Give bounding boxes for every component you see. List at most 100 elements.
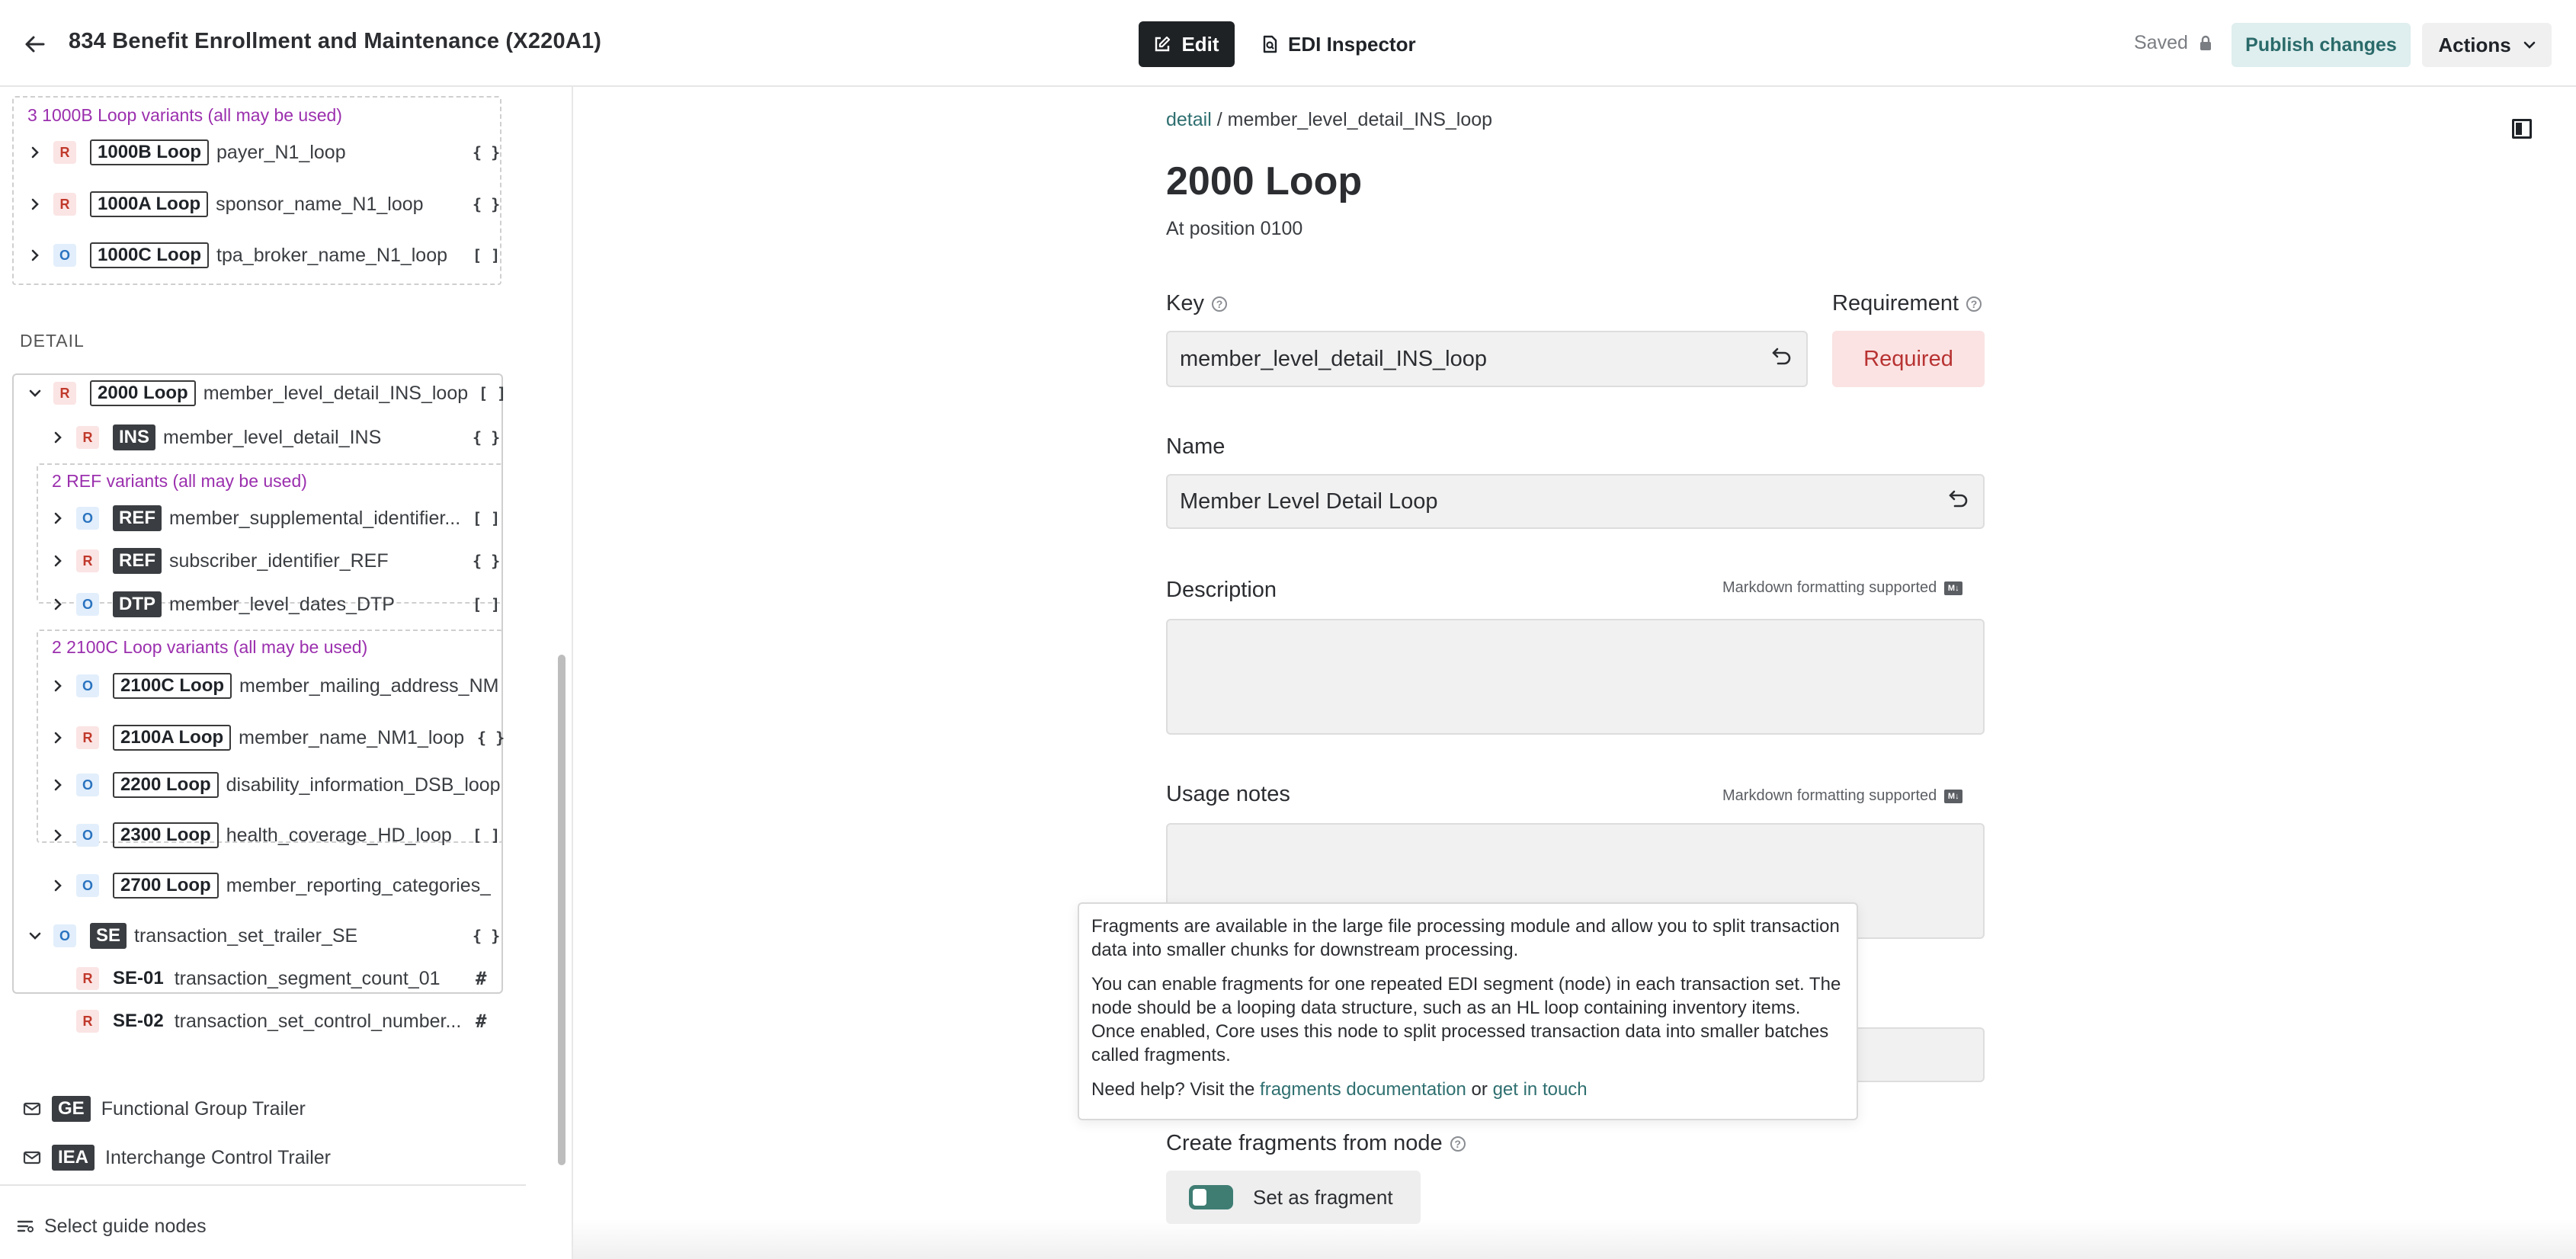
back-arrow-icon[interactable] <box>20 29 50 59</box>
node-name: member_level_detail_INS_loop <box>203 382 469 404</box>
actions-menu-button[interactable]: Actions <box>2422 23 2552 67</box>
chevron-down-icon[interactable] <box>26 384 44 402</box>
top-bar: 834 Benefit Enrollment and Maintenance (… <box>0 0 2576 87</box>
edi-inspector-button[interactable]: EDI Inspector <box>1250 21 1428 67</box>
inspector-label: EDI Inspector <box>1288 32 1416 56</box>
tree-row-dtp[interactable]: O DTP member_level_dates_DTP <box>49 586 476 623</box>
publish-changes-button[interactable]: Publish changes <box>2232 23 2411 67</box>
breadcrumb-link-detail[interactable]: detail <box>1166 109 1212 130</box>
node-name: member_name_NM1_loop <box>239 726 465 748</box>
tree-row-1000c-loop[interactable]: O 1000C Loop tpa_broker_name_N1_loop <box>26 237 498 274</box>
toggle-switch[interactable] <box>1189 1185 1233 1209</box>
requirement-badge: O <box>76 674 99 697</box>
help-icon[interactable]: ? <box>1211 296 1227 312</box>
toggle-label: Set as fragment <box>1253 1185 1393 1209</box>
requirement-badge: R <box>76 1010 99 1033</box>
lock-icon <box>2200 35 2211 50</box>
get-in-touch-link[interactable]: get in touch <box>1493 1079 1588 1100</box>
sidebar-panel-icon[interactable] <box>2512 119 2532 139</box>
section-title-detail: DETAIL <box>20 331 85 351</box>
envelope-icon <box>23 1102 41 1116</box>
envelope-icon <box>23 1151 41 1164</box>
chevron-right-icon[interactable] <box>49 677 67 695</box>
page-title: 2000 Loop <box>1166 159 1363 203</box>
name-input[interactable]: Member Level Detail Loop <box>1166 474 1985 529</box>
requirement-badge: O <box>76 824 99 847</box>
name-label: Name <box>1166 434 1226 459</box>
chevron-right-icon[interactable] <box>49 595 67 613</box>
tree-row-2300-loop[interactable]: O 2300 Loop health_coverage_HD_loop <box>49 817 476 854</box>
tooltip-help-line: Need help? Visit the fragments documenta… <box>1091 1078 1844 1101</box>
chevron-right-icon[interactable] <box>26 143 44 162</box>
chevron-right-icon[interactable] <box>49 776 67 794</box>
fragments-label: Create fragments from node ? <box>1166 1131 1466 1156</box>
key-input-value: member_level_detail_INS_loop <box>1180 346 1488 371</box>
tree-row-ref-supplemental[interactable]: O REF member_supplemental_identifier... <box>49 500 476 537</box>
segment-tag: REF <box>113 505 162 531</box>
node-name: disability_information_DSB_loop <box>226 774 500 796</box>
chevron-down-icon[interactable] <box>26 927 44 945</box>
array-type-icon: [ ] <box>473 826 501 844</box>
description-textarea[interactable] <box>1166 619 1985 735</box>
chevron-right-icon[interactable] <box>49 876 67 895</box>
sidebar-scrollbar-thumb[interactable] <box>558 655 566 1165</box>
set-as-fragment-toggle[interactable]: Set as fragment <box>1166 1171 1421 1224</box>
variant-group-label: 2 REF variants (all may be used) <box>52 471 307 491</box>
tree-row-2100a-loop[interactable]: R 2100A Loop member_name_NM1_loop <box>49 719 476 756</box>
chevron-right-icon[interactable] <box>49 509 67 527</box>
key-input[interactable]: member_level_detail_INS_loop <box>1166 331 1808 387</box>
guide-tree-sidebar: 3 1000B Loop variants (all may be used) … <box>0 87 573 1259</box>
tree-row-se-02[interactable]: R SE-02 transaction_set_control_number..… <box>76 1003 473 1040</box>
tree-row-1000b-loop[interactable]: R 1000B Loop payer_N1_loop <box>26 134 498 171</box>
element-code: SE-01 <box>113 968 164 988</box>
segment-tag: REF <box>113 548 162 574</box>
sidebar-divider <box>0 1184 526 1186</box>
node-name: subscriber_identifier_REF <box>169 549 389 572</box>
chevron-right-icon[interactable] <box>49 826 67 844</box>
breadcrumb: detail / member_level_detail_INS_loop <box>1166 109 1492 131</box>
fragments-label-text: Create fragments from node <box>1166 1131 1443 1155</box>
node-name: health_coverage_HD_loop <box>226 824 452 846</box>
node-name: member_level_dates_DTP <box>169 593 395 615</box>
segment-tag: 2200 Loop <box>112 772 219 798</box>
tree-row-2200-loop[interactable]: O 2200 Loop disability_information_DSB_l… <box>49 767 500 803</box>
edit-button[interactable]: Edit <box>1139 21 1235 67</box>
chevron-right-icon[interactable] <box>49 552 67 570</box>
requirement-badge: R <box>53 382 76 405</box>
tree-row-ref-subscriber[interactable]: R REF subscriber_identifier_REF <box>49 543 476 579</box>
tree-row-se-01[interactable]: R SE-01 transaction_segment_count_01 <box>76 960 473 997</box>
tree-row-ins[interactable]: R INS member_level_detail_INS <box>49 419 498 456</box>
tree-row-2700-loop[interactable]: O 2700 Loop member_reporting_categories_ <box>49 867 500 904</box>
requirement-badge: R <box>53 193 76 216</box>
array-type-icon: [ ] <box>473 595 501 613</box>
tree-row-se[interactable]: O SE transaction_set_trailer_SE <box>26 918 468 954</box>
segment-tag: INS <box>113 424 156 450</box>
tree-row-2100c-loop[interactable]: O 2100C Loop member_mailing_address_NM <box>49 668 500 704</box>
tree-row-2000-loop[interactable]: R 2000 Loop member_level_detail_INS_loop <box>26 375 498 412</box>
node-name: transaction_segment_count_01 <box>174 967 441 989</box>
node-name: payer_N1_loop <box>216 141 346 163</box>
tree-row-1000a-loop[interactable]: R 1000A Loop sponsor_name_N1_loop <box>26 186 498 223</box>
chevron-right-icon[interactable] <box>49 729 67 747</box>
bottom-fade <box>573 1219 2576 1259</box>
select-guide-nodes-button[interactable]: Select guide nodes <box>17 1207 207 1245</box>
tree-row-iea[interactable]: IEA Interchange Control Trailer <box>23 1139 331 1177</box>
segment-tag: 1000C Loop <box>90 242 210 268</box>
key-label: Key ? <box>1166 291 1227 316</box>
chevron-right-icon[interactable] <box>26 246 44 264</box>
chevron-right-icon[interactable] <box>26 195 44 213</box>
segment-tag: 2700 Loop <box>113 873 219 899</box>
undo-icon[interactable] <box>1948 489 1969 514</box>
markdown-icon: M↓ <box>1944 789 1963 803</box>
name-input-value: Member Level Detail Loop <box>1180 489 1438 514</box>
help-icon[interactable]: ? <box>1450 1136 1466 1152</box>
requirement-select[interactable]: Required <box>1832 331 1985 387</box>
fragments-documentation-link[interactable]: fragments documentation <box>1260 1079 1466 1100</box>
edit-label: Edit <box>1181 32 1219 56</box>
chevron-right-icon[interactable] <box>49 428 67 447</box>
help-icon[interactable]: ? <box>1966 296 1982 312</box>
undo-icon[interactable] <box>1771 346 1793 372</box>
object-type-icon: { } <box>473 552 501 570</box>
segment-tag: 2100A Loop <box>113 725 232 751</box>
tree-row-ge[interactable]: GE Functional Group Trailer <box>23 1090 306 1128</box>
